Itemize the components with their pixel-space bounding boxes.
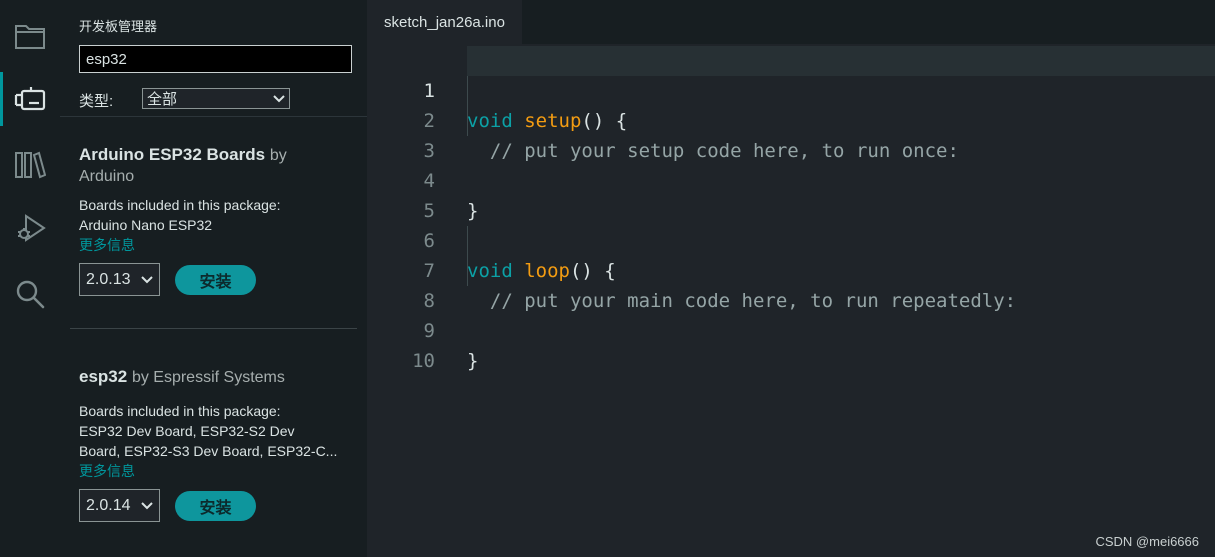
package-card-esp32: esp32 by Espressif Systems Boards includ… [79, 366, 354, 481]
code-lines: 1 void setup() { 2 // put your setup cod… [367, 46, 1215, 372]
search-button[interactable] [0, 266, 60, 322]
library-manager-button[interactable] [0, 136, 60, 192]
punctuation: } [467, 350, 479, 372]
type-filter-value: 全部 [147, 91, 178, 108]
more-info-link[interactable]: 更多信息 [79, 235, 354, 255]
chevron-down-icon [141, 275, 153, 283]
package-card-arduino-esp32: Arduino ESP32 Boards by Arduino Boards i… [79, 144, 354, 255]
more-info-link[interactable]: 更多信息 [79, 461, 354, 481]
install-button[interactable]: 安装 [175, 265, 256, 295]
debug-button[interactable] [0, 200, 60, 256]
version-value: 2.0.14 [86, 496, 131, 514]
code-line: 6 void loop() { [367, 196, 1215, 282]
editor-tab-bar: sketch_jan26a.ino [367, 0, 1215, 44]
type-filter-label: 类型: [79, 93, 114, 110]
version-select[interactable]: 2.0.14 [79, 489, 160, 522]
tab-sketch[interactable]: sketch_jan26a.ino [367, 0, 522, 44]
code-line: 1 void setup() { [367, 46, 1215, 132]
package-title: esp32 by Espressif Systems [79, 366, 354, 389]
search-input[interactable] [79, 45, 352, 73]
panel-divider [60, 116, 367, 117]
card-divider [70, 328, 357, 329]
code-line: 2 // put your setup code here, to run on… [367, 76, 1215, 162]
code-line: 7 // put your main code here, to run rep… [367, 226, 1215, 312]
board-manager-panel: 开发板管理器 类型: 全部 Arduino ESP32 Boards by Ar… [60, 0, 367, 557]
package-boards-line: Board, ESP32-S3 Dev Board, ESP32-C... [79, 443, 338, 459]
debug-icon [18, 214, 46, 242]
type-filter-select[interactable]: 全部 [142, 88, 290, 109]
package-title: Arduino ESP32 Boards by [79, 144, 354, 167]
code-editor[interactable]: 1 void setup() { 2 // put your setup cod… [367, 44, 1215, 557]
activity-bar [0, 0, 60, 557]
code-line: 5 [367, 166, 1215, 222]
library-icon [15, 151, 46, 179]
line-number: 10 [412, 350, 435, 372]
chevron-down-icon [141, 501, 153, 509]
version-value: 2.0.13 [86, 270, 131, 288]
package-name: esp32 [79, 367, 128, 386]
code-line: 4 } [367, 136, 1215, 222]
code-line: 10 [367, 316, 1215, 372]
watermark: CSDN @mei6666 [1095, 534, 1199, 549]
board-manager-icon [14, 87, 46, 111]
folder-icon [15, 25, 45, 49]
package-boards-heading: Boards included in this package: [79, 403, 281, 419]
code-line: 3 [367, 106, 1215, 162]
chevron-down-icon [273, 94, 285, 102]
package-boards-heading: Boards included in this package: [79, 197, 281, 213]
package-author: Arduino [79, 168, 135, 185]
package-boards-line: ESP32 Dev Board, ESP32-S2 Dev [79, 423, 295, 439]
code-line: 9 } [367, 286, 1215, 372]
version-select[interactable]: 2.0.13 [79, 263, 160, 296]
install-button[interactable]: 安装 [175, 491, 256, 521]
search-icon [16, 280, 45, 309]
sketchbook-button[interactable] [0, 8, 60, 64]
package-by: by Espressif Systems [131, 369, 285, 386]
package-name: Arduino ESP32 Boards [79, 145, 266, 164]
board-manager-button[interactable] [0, 72, 60, 128]
panel-title: 开发板管理器 [79, 19, 158, 34]
package-boards: Arduino Nano ESP32 [79, 217, 213, 233]
package-by: by [269, 147, 287, 164]
code-line: 8 [367, 256, 1215, 312]
